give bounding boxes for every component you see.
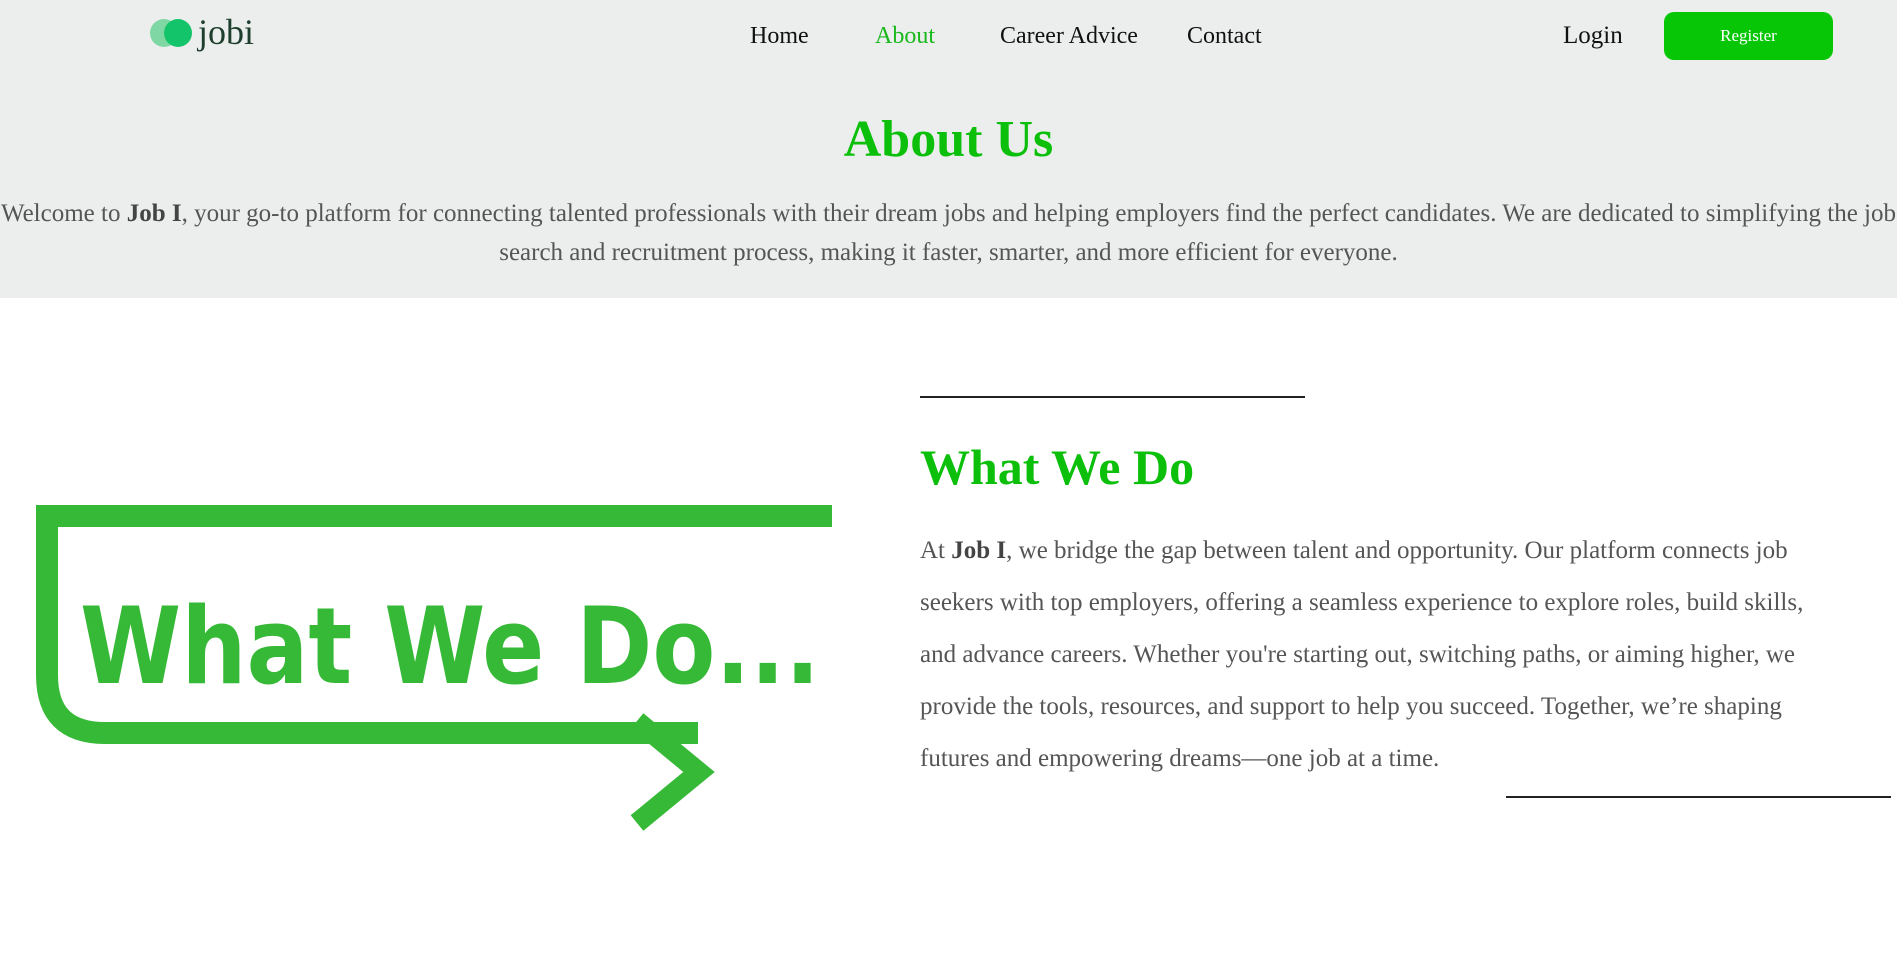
brand-name: Job I bbox=[951, 537, 1007, 564]
nav-career-advice[interactable]: Career Advice bbox=[1000, 20, 1138, 52]
what-we-do-graphic: What We Do... bbox=[36, 505, 832, 831]
page-title: About Us bbox=[843, 111, 1054, 168]
nav-home[interactable]: Home bbox=[750, 20, 809, 52]
login-link[interactable]: Login bbox=[1563, 20, 1623, 52]
brand-name: Job I bbox=[126, 200, 182, 227]
what-we-do-text: At Job I, we bridge the gap between tale… bbox=[920, 537, 1804, 772]
logo-text: jobi bbox=[198, 12, 255, 52]
divider-bottom bbox=[1506, 796, 1891, 798]
nav-about[interactable]: About bbox=[875, 20, 935, 52]
section-title: What We Do bbox=[920, 439, 1195, 495]
divider-top bbox=[920, 396, 1305, 398]
logo[interactable]: jobi bbox=[148, 12, 254, 52]
register-button[interactable]: Register bbox=[1664, 12, 1833, 60]
nav-contact[interactable]: Contact bbox=[1187, 20, 1262, 52]
logo-mark-icon bbox=[148, 16, 194, 48]
about-hero: jobi Home About Career Advice Contact Lo… bbox=[0, 0, 1897, 298]
graphic-text: What We Do... bbox=[80, 585, 820, 708]
about-description: Welcome to Job I, your go-to platform fo… bbox=[0, 200, 1896, 266]
